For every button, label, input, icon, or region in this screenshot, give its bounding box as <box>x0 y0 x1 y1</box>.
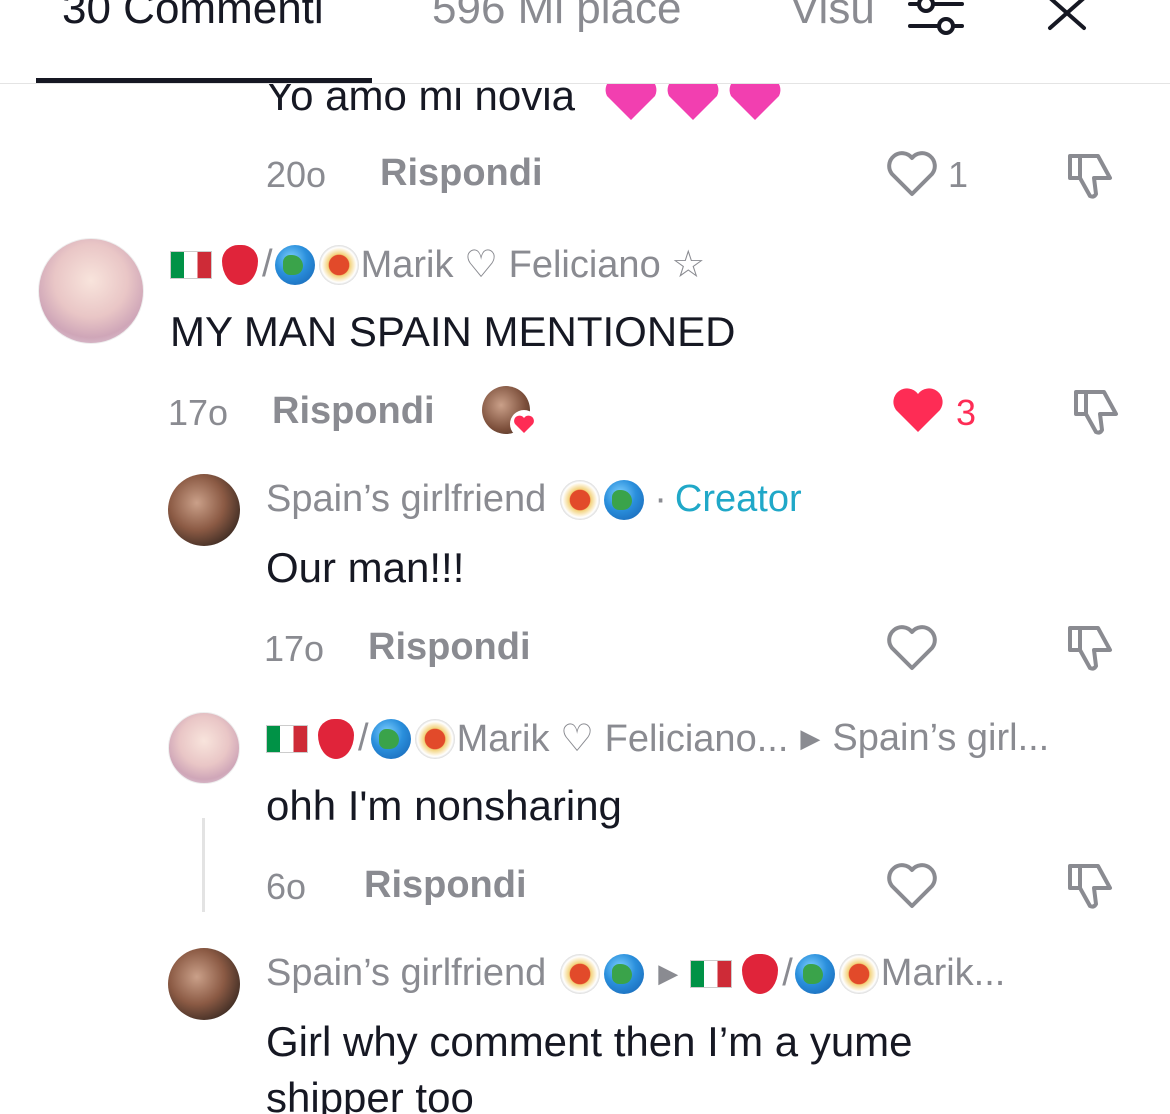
reply-text: ohh I'm nonsharing <box>266 782 622 829</box>
reply-time: 17o <box>264 628 325 669</box>
tab-comments[interactable]: 30 Commenti <box>62 0 324 34</box>
globe-icon <box>274 244 315 285</box>
globe-icon <box>604 953 645 994</box>
comment-time: 17o <box>168 392 229 433</box>
reply-text-line: shipper too <box>266 1074 474 1114</box>
reply-button[interactable]: Rispondi <box>364 864 527 907</box>
reply-text-line: Girl why comment then I’m a yume <box>266 1018 913 1065</box>
reply-username[interactable]: / Marik ♡ Feliciano... ▶ Spain’s girl... <box>266 716 1049 761</box>
reply-username[interactable]: Spain’s girlfriend · Creator <box>266 478 802 521</box>
reply-arrow-icon: ▶ <box>658 958 679 988</box>
reply-button[interactable]: Rispondi <box>380 152 543 195</box>
strawberry-icon <box>742 953 779 994</box>
thumbs-down-icon <box>1068 626 1112 671</box>
globe-icon <box>370 718 411 759</box>
comments-header: 30 Commenti 596 Mi piace Visu <box>0 0 1170 84</box>
dislike-button[interactable] <box>1070 386 1124 438</box>
comment-text: MY MAN SPAIN MENTIONED <box>170 308 736 355</box>
italy-flag-icon <box>170 250 212 279</box>
spaghetti-icon <box>318 244 359 285</box>
like-button[interactable] <box>886 862 938 910</box>
dislike-button[interactable] <box>1064 622 1118 674</box>
reply-text: Our man!!! <box>266 544 465 591</box>
like-count: 1 <box>948 154 969 195</box>
spaghetti-icon <box>560 953 601 994</box>
spaghetti-icon <box>414 718 455 759</box>
strawberry-icon <box>222 244 258 285</box>
reply-arrow-icon: ▶ <box>800 723 821 753</box>
globe-icon <box>794 953 835 994</box>
creator-liked-heart-icon <box>510 410 538 438</box>
reply-to-username[interactable]: Spain’s girl... <box>832 717 1049 760</box>
italy-flag-icon <box>690 959 733 988</box>
username-separator: / <box>262 243 273 285</box>
heart-outline-icon <box>887 151 937 196</box>
spaghetti-icon <box>560 479 601 520</box>
username-text: Spain’s girlfriend <box>266 952 547 994</box>
globe-icon <box>604 479 645 520</box>
sliders-icon[interactable] <box>906 0 966 40</box>
spaghetti-icon <box>838 953 879 994</box>
reply-to-username[interactable]: Marik... <box>881 952 1006 995</box>
dislike-button[interactable] <box>1064 860 1118 912</box>
username-text: Marik ♡ Feliciano ☆ <box>360 244 706 286</box>
badge-separator: · <box>654 478 667 520</box>
close-icon[interactable] <box>1046 0 1090 34</box>
thumbs-down-icon <box>1074 390 1118 435</box>
thread-line <box>202 818 205 912</box>
reply-username[interactable]: Spain’s girlfriend ▶ / Marik... <box>266 952 1005 995</box>
strawberry-icon <box>318 718 354 759</box>
comment-username[interactable]: / Marik ♡ Feliciano ☆ <box>170 242 705 287</box>
avatar[interactable] <box>168 712 240 784</box>
tab-views[interactable]: Visu <box>790 0 874 34</box>
avatar[interactable] <box>38 238 144 344</box>
tab-likes[interactable]: 596 Mi piace <box>432 0 681 34</box>
heart-outline-icon <box>887 625 937 670</box>
thumbs-down-icon <box>1068 154 1112 199</box>
username-text: Marik ♡ Feliciano... <box>456 718 789 760</box>
active-tab-indicator <box>36 78 372 83</box>
reply-button[interactable]: Rispondi <box>272 390 435 433</box>
thumbs-down-icon <box>1068 864 1112 909</box>
like-button[interactable] <box>890 386 946 436</box>
dislike-button[interactable] <box>1064 150 1118 202</box>
username-text: Spain’s girlfriend <box>266 478 547 520</box>
heart-outline-icon <box>887 863 937 908</box>
avatar[interactable] <box>168 474 240 546</box>
like-count: 3 <box>956 392 977 433</box>
username-separator: / <box>358 717 369 759</box>
like-button[interactable] <box>886 150 938 198</box>
comment-time: 20o <box>266 154 327 195</box>
italy-flag-icon <box>266 724 308 753</box>
reply-button[interactable]: Rispondi <box>368 626 531 669</box>
like-button[interactable] <box>886 624 938 672</box>
heart-filled-icon <box>893 388 943 432</box>
username-separator: / <box>782 952 793 994</box>
avatar[interactable] <box>168 948 240 1020</box>
reply-time: 6o <box>266 866 307 907</box>
creator-badge: Creator <box>674 478 802 520</box>
